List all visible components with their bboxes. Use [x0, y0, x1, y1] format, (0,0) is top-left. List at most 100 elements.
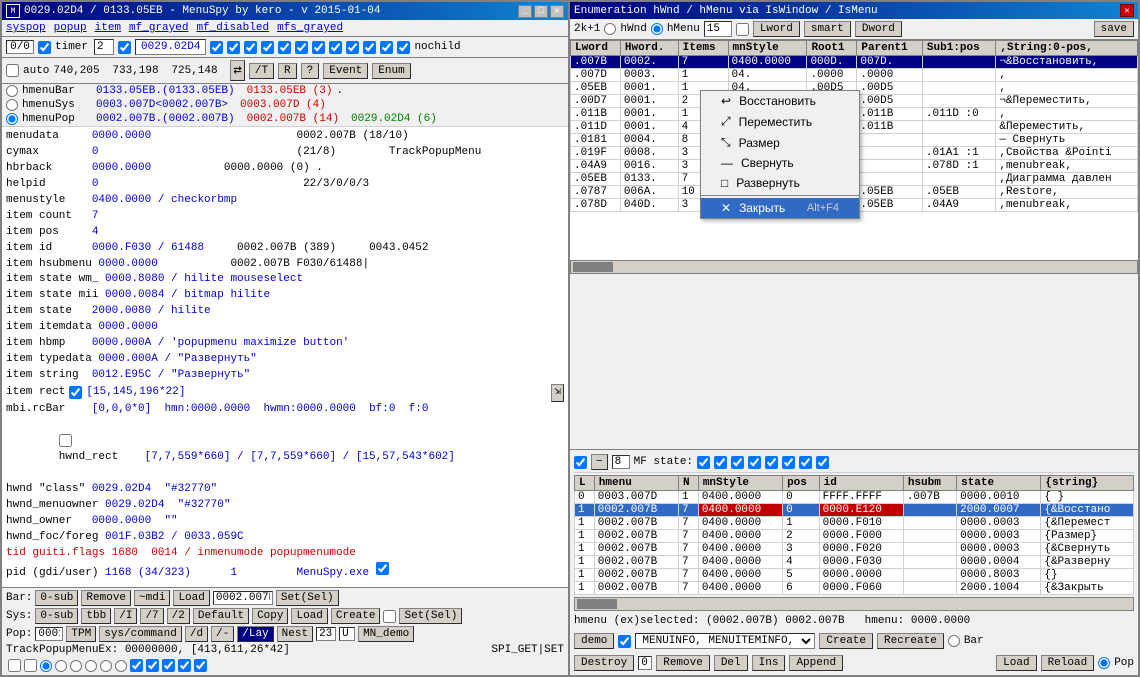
- tab-mf-grayed[interactable]: mf_grayed: [129, 22, 188, 34]
- mf-s1[interactable]: [697, 456, 710, 469]
- cb3[interactable]: [244, 41, 257, 54]
- sys-set-sel[interactable]: Set(Sel): [399, 608, 462, 624]
- lower-row[interactable]: 00003.007D10400.00000FFFF.FFFF.007B0000.…: [575, 491, 1134, 504]
- timer-checkbox[interactable]: [38, 41, 51, 54]
- reload-btn[interactable]: Reload: [1041, 655, 1095, 671]
- rt-cb1[interactable]: [736, 23, 749, 36]
- create-btn[interactable]: Create: [819, 633, 873, 649]
- pop-mn-demo[interactable]: MN_demo: [358, 626, 414, 642]
- ctx-maximize[interactable]: □ Развернуть: [701, 173, 859, 193]
- mf-val-input[interactable]: [612, 455, 630, 469]
- pop-val-input[interactable]: [35, 627, 63, 641]
- minimize-button[interactable]: _: [518, 5, 532, 18]
- sys-2[interactable]: /2: [167, 608, 190, 624]
- tab-item[interactable]: item: [95, 22, 121, 34]
- bar-remove[interactable]: Remove: [81, 590, 131, 606]
- sys-i[interactable]: /I: [114, 608, 137, 624]
- pop-n-input[interactable]: [316, 627, 336, 641]
- recreate-btn[interactable]: Recreate: [877, 633, 944, 649]
- mf-s4[interactable]: [748, 456, 761, 469]
- sys-default[interactable]: Default: [193, 608, 249, 624]
- hmenu-radio[interactable]: [651, 23, 663, 35]
- mf-s3[interactable]: [731, 456, 744, 469]
- lower-row[interactable]: 10002.007B70400.000060000.F0602000.1004{…: [575, 582, 1134, 595]
- bar-0sub[interactable]: 0-sub: [35, 590, 78, 606]
- bot-cb1[interactable]: [8, 659, 21, 672]
- bot-r5[interactable]: [100, 660, 112, 672]
- auto-checkbox[interactable]: [6, 64, 19, 77]
- ctx-minimize[interactable]: — Свернуть: [701, 153, 859, 173]
- lower-row[interactable]: 10002.007B70400.000040000.F0300000.0004{…: [575, 556, 1134, 569]
- pop-lay[interactable]: /Lay: [237, 626, 273, 642]
- bot-r3[interactable]: [70, 660, 82, 672]
- ins-btn[interactable]: Ins: [752, 655, 786, 671]
- destroy-btn[interactable]: Destroy: [574, 655, 634, 671]
- cb8[interactable]: [329, 41, 342, 54]
- pop-u-input[interactable]: [339, 627, 355, 641]
- hwnd-checkbox[interactable]: [118, 41, 131, 54]
- cb1[interactable]: [210, 41, 223, 54]
- radio-hmenusys[interactable]: [6, 99, 18, 111]
- menuinfo-cb[interactable]: [618, 635, 631, 648]
- cb4[interactable]: [261, 41, 274, 54]
- pop-minus[interactable]: /-: [211, 626, 234, 642]
- event-btn[interactable]: Event: [323, 63, 368, 79]
- bot-cb5[interactable]: [162, 659, 175, 672]
- sys-7[interactable]: /7: [140, 608, 163, 624]
- bot-r2[interactable]: [55, 660, 67, 672]
- lower-row[interactable]: 10002.007B70400.000010000.F0100000.0003{…: [575, 517, 1134, 530]
- cb6[interactable]: [295, 41, 308, 54]
- close-button[interactable]: ✕: [550, 5, 564, 18]
- sys-create[interactable]: Create: [331, 608, 381, 624]
- cb9[interactable]: [346, 41, 359, 54]
- bot-cb7[interactable]: [194, 659, 207, 672]
- load-btn[interactable]: Load: [996, 655, 1036, 671]
- item-rect-cb[interactable]: [69, 386, 82, 399]
- pid-cb[interactable]: [376, 562, 389, 575]
- demo-btn[interactable]: demo: [574, 633, 614, 649]
- tab-popup[interactable]: popup: [54, 22, 87, 34]
- tab-syspop[interactable]: syspop: [6, 22, 46, 34]
- hwnd-radio[interactable]: [604, 23, 616, 35]
- lower-hscroll[interactable]: [574, 597, 1134, 611]
- bar-val-input[interactable]: [213, 591, 273, 605]
- cb10[interactable]: [363, 41, 376, 54]
- bot-cb2[interactable]: [24, 659, 37, 672]
- ctx-move[interactable]: ⤢ Переместить: [701, 111, 859, 132]
- upper-hscroll[interactable]: [570, 260, 1138, 274]
- cb5[interactable]: [278, 41, 291, 54]
- pop-tpm[interactable]: TPM: [66, 626, 96, 642]
- mf-s2[interactable]: [714, 456, 727, 469]
- ctx-size[interactable]: ⤡ Размер: [701, 132, 859, 153]
- radio-hmenupop[interactable]: [6, 113, 18, 125]
- dword-btn[interactable]: Dword: [855, 21, 902, 37]
- copy-button[interactable]: Copy: [252, 608, 288, 624]
- mf-cb-main[interactable]: [574, 456, 587, 469]
- mf-s7[interactable]: [799, 456, 812, 469]
- bar-mdi[interactable]: ~mdi: [134, 590, 170, 606]
- menuinfo-select[interactable]: MENUINFO, MENUITEMINFO,...: [635, 633, 815, 649]
- bot-cb4[interactable]: [146, 659, 159, 672]
- right-close-button[interactable]: ✕: [1120, 4, 1134, 17]
- cb11[interactable]: [380, 41, 393, 54]
- lower-row[interactable]: 10002.007B70400.000000000.E1202000.0007{…: [575, 504, 1134, 517]
- ctx-restore[interactable]: ↩ Восстановить: [701, 91, 859, 111]
- cb7[interactable]: [312, 41, 325, 54]
- slash-t-btn[interactable]: /T: [249, 63, 274, 79]
- tab-mf-disabled[interactable]: mf_disabled: [196, 22, 269, 34]
- timer-input[interactable]: [94, 39, 114, 55]
- val-input[interactable]: [704, 21, 732, 37]
- cb2[interactable]: [227, 41, 240, 54]
- save-btn[interactable]: save: [1094, 21, 1134, 37]
- bot-cb6[interactable]: [178, 659, 191, 672]
- sys-load[interactable]: Load: [291, 608, 327, 624]
- ctx-close[interactable]: ✕ Закрыть Alt+F4: [701, 198, 859, 218]
- r-btn[interactable]: R: [278, 63, 297, 79]
- bar-load[interactable]: Load: [173, 590, 209, 606]
- table-row[interactable]: .007D0003.104..0000.0000,: [571, 69, 1138, 82]
- append-btn[interactable]: Append: [789, 655, 843, 671]
- bot-r4[interactable]: [85, 660, 97, 672]
- bot-r1[interactable]: [40, 660, 52, 672]
- destroy-val[interactable]: [638, 656, 652, 670]
- maximize-button[interactable]: □: [534, 5, 548, 18]
